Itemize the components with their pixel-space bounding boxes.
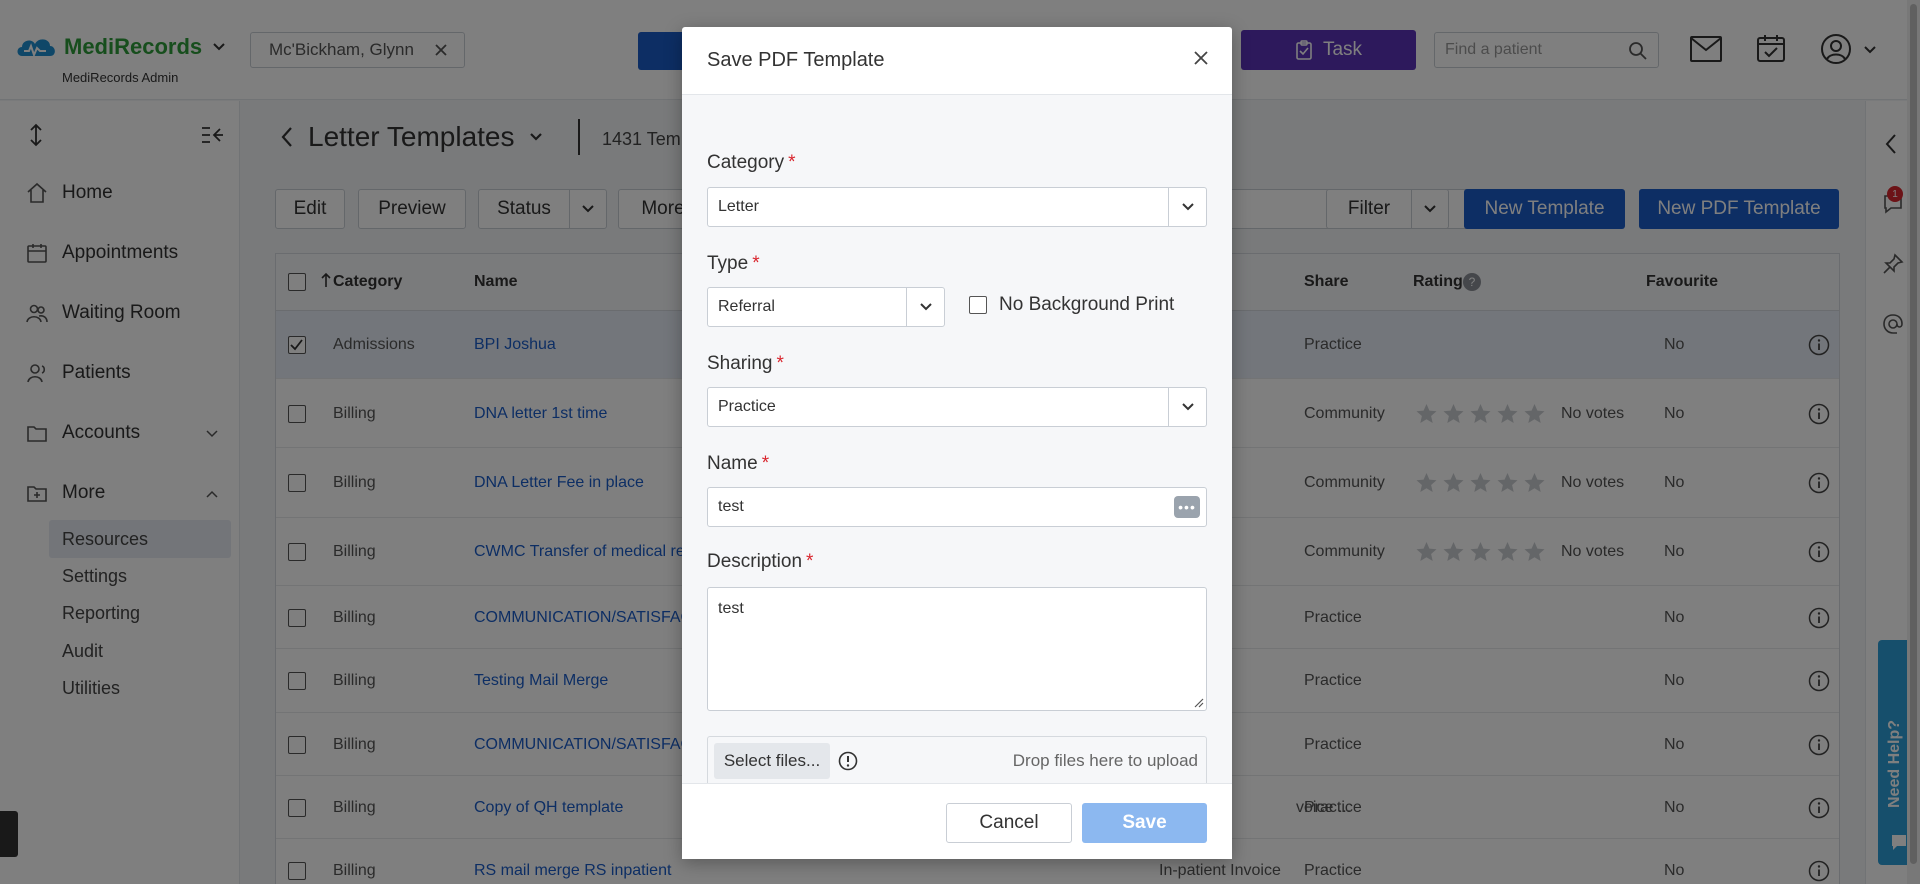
no-background-print-label: No Background Print [999,294,1175,315]
description-value: test [718,600,744,617]
category-dropdown-toggle[interactable] [1168,188,1206,226]
chevron-down-icon [1181,403,1194,411]
save-pdf-template-dialog: Save PDF Template Category * Letter Type *… [682,27,1232,859]
required-mark: * [761,453,770,474]
required-mark: * [788,152,796,173]
dialog-footer: Cancel Save [682,783,1232,859]
drop-files-hint: Drop files here to upload [1012,751,1198,770]
type-dropdown-toggle[interactable] [906,288,944,326]
type-label: Type * [707,253,760,274]
chevron-down-icon [1181,203,1194,211]
name-label: Name * [707,453,770,474]
select-files-button[interactable]: Select files... [714,743,830,779]
close-icon[interactable] [1192,49,1210,67]
name-input[interactable]: test ••• [707,487,1207,527]
sharing-label: Sharing * [707,353,784,374]
dialog-title: Save PDF Template [707,49,885,71]
save-button[interactable]: Save [1082,803,1207,843]
dialog-header: Save PDF Template [682,27,1232,95]
required-mark: * [752,253,760,274]
info-alert-icon[interactable] [838,751,858,771]
sharing-select[interactable]: Practice [707,387,1207,427]
cancel-button[interactable]: Cancel [946,803,1072,843]
file-upload-zone[interactable]: Select files... Drop files here to uploa… [707,736,1207,786]
dialog-body: Category * Letter Type * Referral No Backg… [682,95,1232,786]
required-mark: * [806,551,814,572]
required-mark: * [776,353,784,374]
type-value: Referral [718,298,775,315]
no-background-print-checkbox[interactable] [969,296,987,314]
resize-handle-icon[interactable] [1194,698,1204,708]
name-value: test [718,498,744,515]
description-label: Description * [707,551,814,572]
category-select[interactable]: Letter [707,187,1207,227]
no-background-print-option[interactable]: No Background Print [969,294,1174,316]
category-label: Category * [707,152,796,173]
sharing-dropdown-toggle[interactable] [1168,388,1206,426]
category-value: Letter [718,198,759,215]
more-options-icon[interactable]: ••• [1174,496,1200,518]
chevron-down-icon [919,303,932,311]
sharing-value: Practice [718,398,776,415]
description-textarea[interactable]: test [707,587,1207,711]
type-select[interactable]: Referral [707,287,945,327]
